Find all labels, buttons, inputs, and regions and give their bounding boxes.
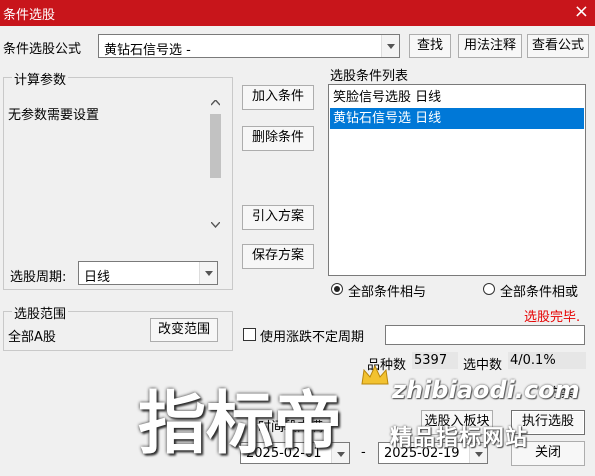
hit-label: 选中数 — [463, 358, 503, 373]
period-select[interactable]: 日线 — [78, 261, 218, 285]
params-legend: 计算参数 — [12, 69, 69, 88]
conditions-title: 选股条件列表 — [330, 69, 409, 84]
find-button[interactable]: 查找 — [409, 34, 451, 58]
save-plan-button[interactable]: 保存方案 — [242, 244, 314, 269]
date-dash: - — [361, 445, 366, 460]
and-radio[interactable] — [331, 283, 343, 295]
delete-condition-button[interactable]: 删除条件 — [242, 126, 314, 151]
title-bar: 条件选股 × — [0, 0, 595, 26]
period-value: 日线 — [84, 270, 111, 285]
change-scope-button[interactable]: 改变范围 — [150, 318, 218, 342]
usage-button[interactable]: 用法注释 — [458, 34, 522, 58]
import-plan-button[interactable]: 引入方案 — [242, 205, 314, 230]
params-text: 无参数需要设置 — [8, 108, 100, 123]
crown-icon — [361, 364, 389, 385]
chevron-down-icon[interactable] — [199, 262, 217, 284]
chevron-down-icon[interactable] — [381, 35, 399, 57]
scroll-thumb[interactable] — [210, 114, 221, 178]
or-label: 全部条件相或 — [500, 285, 579, 300]
formula-label: 条件选股公式 — [3, 42, 82, 57]
and-label: 全部条件相与 — [348, 285, 427, 300]
watermark-url: zhibiaodi.com — [392, 376, 580, 404]
window-title: 条件选股 — [3, 8, 56, 23]
list-item[interactable]: 笑脸信号选股 日线 — [330, 87, 584, 108]
scope-legend: 选股范围 — [12, 303, 69, 322]
or-radio[interactable] — [483, 283, 495, 295]
formula-select[interactable]: 黄钻石信号选 - — [98, 34, 400, 58]
view-formula-button[interactable]: 查看公式 — [527, 34, 589, 58]
count-value: 5397 — [412, 352, 458, 369]
conditions-list[interactable]: 笑脸信号选股 日线 黄钻石信号选 日线 — [328, 84, 586, 276]
hit-value: 4/0.1% — [508, 352, 586, 369]
scroll-down-icon[interactable] — [211, 222, 220, 228]
uncertain-label: 使用涨跌不定周期 — [260, 330, 365, 345]
list-item-selected[interactable]: 黄钻石信号选 日线 — [330, 108, 584, 129]
watermark-logo: 指标帝 — [138, 385, 343, 464]
watermark-site: 精品指标网站 — [390, 426, 529, 451]
close-icon[interactable]: × — [574, 1, 589, 22]
add-condition-button[interactable]: 加入条件 — [242, 85, 314, 110]
params-scrollbar[interactable] — [207, 96, 224, 232]
scope-value: 全部A股 — [8, 330, 56, 345]
scroll-up-icon[interactable] — [211, 100, 220, 106]
status-text: 选股完毕. — [524, 310, 581, 325]
period-label: 选股周期: — [10, 270, 67, 285]
formula-value: 黄钻石信号选 - — [104, 43, 191, 58]
uncertain-input[interactable] — [385, 325, 585, 345]
uncertain-checkbox[interactable] — [243, 328, 256, 341]
